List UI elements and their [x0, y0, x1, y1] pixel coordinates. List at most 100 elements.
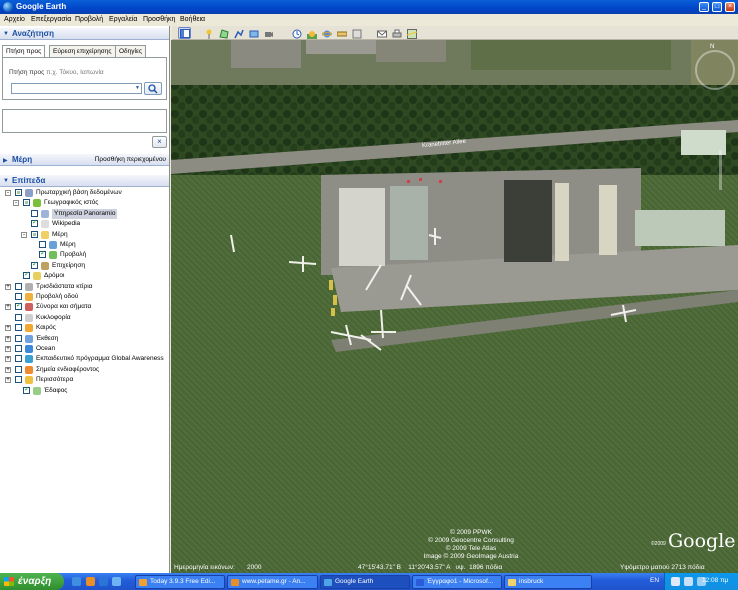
- expand-toggle[interactable]: +: [5, 356, 11, 363]
- layer-checkbox[interactable]: [15, 324, 22, 332]
- historical-imagery-button[interactable]: [290, 27, 303, 39]
- show-desktop-icon[interactable]: [72, 577, 81, 586]
- media-player-icon[interactable]: [112, 577, 121, 586]
- taskbar-item[interactable]: www.petame.gr - An...: [227, 575, 318, 589]
- layer-checkbox[interactable]: [31, 260, 38, 270]
- places-icon: [49, 241, 57, 249]
- taskbar-item[interactable]: Έγγραφο1 - Microsof...: [412, 575, 502, 589]
- layer-checkbox[interactable]: [15, 313, 22, 321]
- taskbar-item[interactable]: Today 3.9.3 Free Edi...: [135, 575, 225, 589]
- sunlight-button[interactable]: [305, 27, 318, 39]
- polygon-button[interactable]: [217, 27, 230, 39]
- taskbar-item-google-earth[interactable]: Google Earth: [320, 575, 410, 589]
- view-in-maps-button[interactable]: [405, 27, 418, 39]
- google-copyright-year: ©2009: [651, 541, 666, 547]
- clear-results-button[interactable]: ×: [152, 136, 167, 148]
- placemark-button[interactable]: [202, 27, 215, 39]
- expand-toggle[interactable]: +: [5, 377, 11, 384]
- minimize-button[interactable]: _: [699, 2, 709, 12]
- record-tour-button[interactable]: [262, 27, 275, 39]
- imagery-date-value: 2000: [247, 564, 262, 571]
- layer-checkbox[interactable]: [39, 241, 46, 248]
- search-header-label: Αναζήτηση: [12, 29, 55, 38]
- path-icon: [234, 29, 244, 39]
- layer-checkbox[interactable]: [15, 376, 22, 384]
- layer-checkbox[interactable]: [23, 199, 30, 207]
- expand-toggle[interactable]: -: [21, 231, 27, 238]
- internet-explorer-icon[interactable]: [99, 577, 108, 586]
- pushpin-icon: [206, 29, 212, 39]
- email-button[interactable]: [375, 27, 388, 39]
- expand-toggle[interactable]: +: [5, 304, 11, 311]
- zoom-slider[interactable]: [719, 150, 722, 190]
- sky-button[interactable]: [320, 27, 333, 39]
- network-icon[interactable]: [671, 577, 680, 586]
- layer-label: Ocean: [36, 345, 56, 352]
- word-icon: [416, 579, 424, 586]
- places-panel-header[interactable]: ▶ Μέρη Προσθήκη περιεχομένου: [0, 154, 169, 166]
- expand-toggle[interactable]: +: [5, 335, 11, 342]
- earth-map-view[interactable]: Kranebitter Allee N © 2009 PPWK © 2009 G…: [171, 40, 738, 573]
- ocean-icon: [25, 345, 33, 353]
- expand-toggle[interactable]: -: [5, 190, 11, 196]
- layer-checkbox[interactable]: [31, 218, 38, 228]
- layer-checkbox[interactable]: [39, 249, 46, 259]
- layer-checkbox[interactable]: [23, 270, 30, 280]
- expand-toggle[interactable]: +: [5, 366, 11, 373]
- menu-help[interactable]: Βοήθεια: [180, 16, 205, 23]
- menu-tools[interactable]: Εργαλεία: [109, 16, 137, 23]
- expand-toggle[interactable]: +: [5, 346, 11, 352]
- add-content-button[interactable]: Προσθήκη περιεχομένου: [95, 156, 166, 163]
- layer-checkbox[interactable]: [15, 189, 22, 196]
- layer-checkbox[interactable]: [15, 345, 22, 352]
- map-toolbar: [172, 26, 738, 40]
- layer-label: Επιχείρηση: [52, 261, 85, 269]
- print-button[interactable]: [390, 27, 403, 39]
- menu-add[interactable]: Προσθήκη: [143, 16, 175, 23]
- copyright-line: © 2009 PPWK: [449, 529, 492, 536]
- volume-icon[interactable]: [684, 577, 693, 586]
- layer-checkbox[interactable]: [31, 209, 38, 217]
- taskbar-item[interactable]: insbruck: [504, 575, 592, 589]
- tab-directions[interactable]: Οδηγίες: [115, 45, 147, 57]
- fly-to-hint: Πτήση προς π.χ. Τόκυο, Ιαπωνία: [9, 69, 104, 76]
- chevron-down-icon[interactable]: ▼: [133, 84, 142, 93]
- menu-view[interactable]: Προβολή: [75, 16, 103, 23]
- layer-checkbox[interactable]: [23, 385, 30, 395]
- terrain-icon: [33, 386, 41, 395]
- path-button[interactable]: [232, 27, 245, 39]
- layer-checkbox[interactable]: [15, 301, 22, 311]
- layer-checkbox[interactable]: [31, 230, 38, 238]
- start-button[interactable]: έναρξη: [0, 573, 64, 590]
- layer-checkbox[interactable]: [15, 355, 22, 363]
- navigation-compass[interactable]: [695, 50, 735, 90]
- layer-label: Δρόμοι: [44, 272, 65, 280]
- windows-taskbar: έναρξη Today 3.9.3 Free Edi... www.petam…: [0, 573, 738, 590]
- ruler-button[interactable]: [335, 27, 348, 39]
- search-button[interactable]: [144, 82, 162, 95]
- fly-to-input[interactable]: [11, 83, 142, 94]
- menu-file[interactable]: Αρχείο: [4, 16, 25, 23]
- layer-checkbox[interactable]: [15, 282, 22, 290]
- firefox-icon[interactable]: [86, 577, 95, 586]
- menu-edit[interactable]: Επεξεργασία: [31, 16, 71, 23]
- layer-checkbox[interactable]: [15, 334, 22, 342]
- folder-icon: [508, 579, 516, 586]
- layer-checkbox[interactable]: [15, 365, 22, 373]
- tools-button[interactable]: [350, 27, 363, 39]
- layer-checkbox[interactable]: [15, 293, 22, 300]
- image-overlay-button[interactable]: [247, 27, 260, 39]
- expand-toggle[interactable]: +: [5, 325, 11, 332]
- expand-toggle[interactable]: +: [5, 283, 11, 290]
- language-indicator[interactable]: EN: [650, 577, 659, 584]
- maps-icon: [407, 29, 417, 39]
- sidebar-toggle-button[interactable]: [178, 27, 191, 39]
- layers-panel-header[interactable]: ▼ Επίπεδα: [0, 175, 169, 187]
- tab-find-business[interactable]: Εύρεση επιχείρησης: [49, 45, 116, 57]
- expand-toggle[interactable]: -: [13, 200, 19, 207]
- taskbar-item-label: www.petame.gr - An...: [242, 578, 306, 585]
- search-panel-header[interactable]: ▼ Αναζήτηση: [0, 28, 169, 40]
- close-button[interactable]: ×: [725, 2, 735, 12]
- printer-icon: [392, 29, 402, 38]
- maximize-button[interactable]: □: [712, 2, 722, 12]
